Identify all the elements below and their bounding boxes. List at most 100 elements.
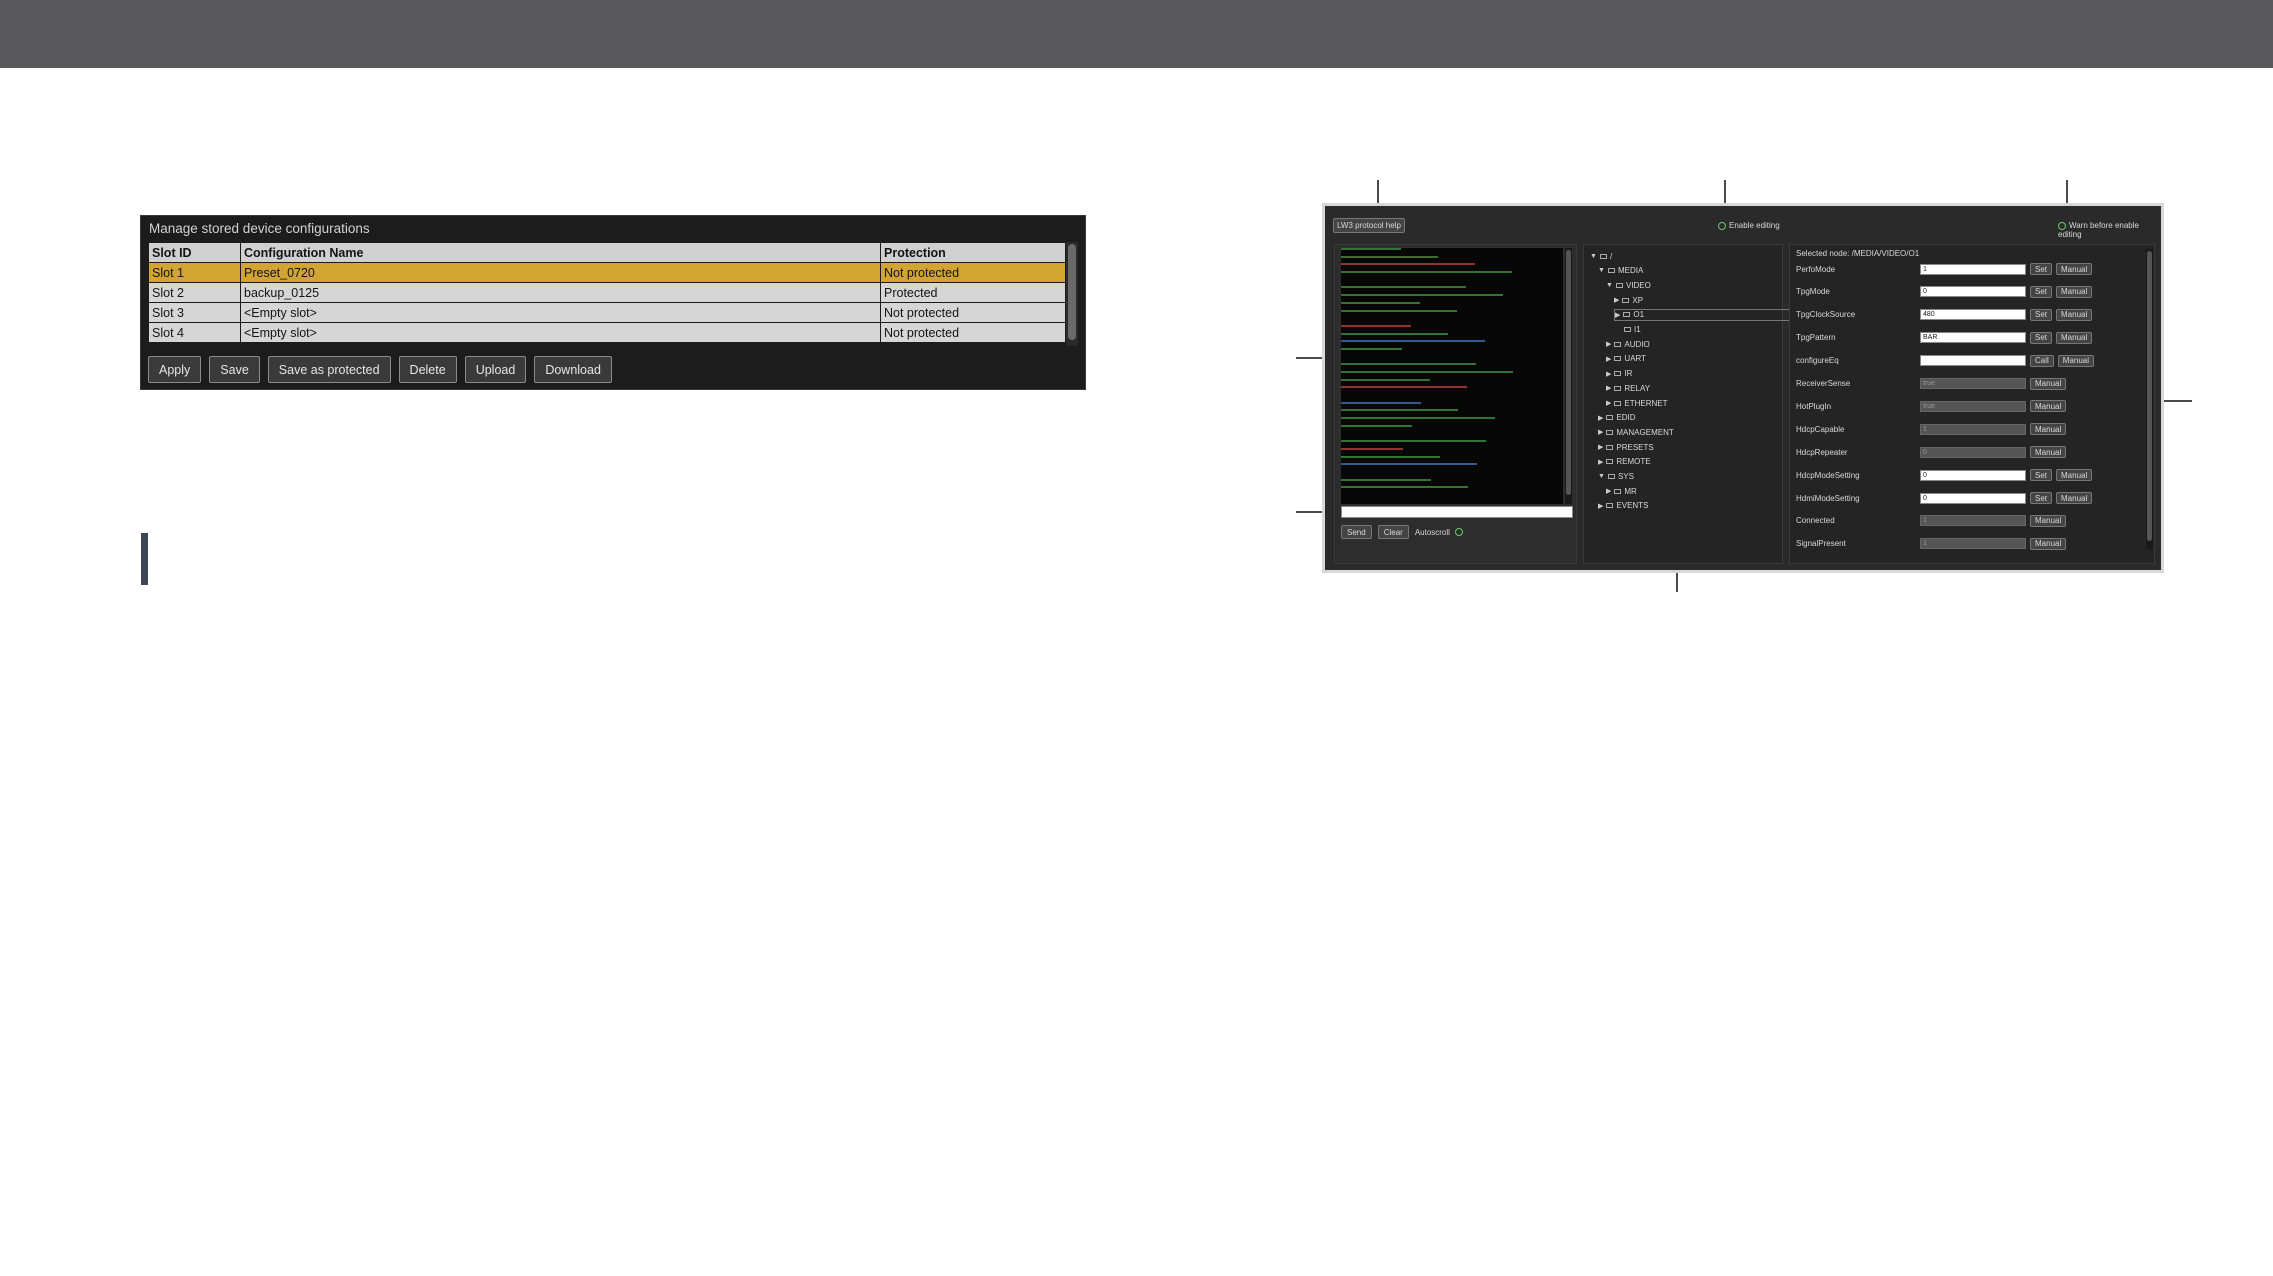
call-button[interactable]: Call <box>2030 354 2054 367</box>
properties-scrollbar[interactable] <box>2146 249 2153 549</box>
tree-node[interactable]: ▶ PRESETS <box>1598 441 1654 453</box>
tree-node[interactable]: I1 <box>1614 324 1641 336</box>
warn-before-editing-toggle[interactable]: Warn before enable editing <box>2058 221 2161 239</box>
tree-node[interactable]: ▶ UART <box>1606 353 1646 365</box>
tree-node[interactable]: ▶ O1 <box>1614 308 1799 321</box>
expand-right-icon[interactable]: ▶ <box>1598 458 1603 466</box>
property-name: PerfoMode <box>1796 264 1836 274</box>
manual-button[interactable]: Manual <box>2056 469 2093 482</box>
expand-right-icon[interactable]: ▶ <box>1606 355 1611 363</box>
tree-node[interactable]: ▼ / <box>1590 250 1612 262</box>
expand-down-icon[interactable]: ▼ <box>1606 282 1613 289</box>
terminal-line <box>1341 386 1467 394</box>
manual-button[interactable]: Manual <box>2056 492 2093 504</box>
expand-right-icon[interactable]: ▶ <box>1598 428 1603 436</box>
manual-button[interactable]: Manual <box>2030 400 2067 413</box>
lw3-protocol-help-button[interactable]: LW3 protocol help <box>1333 218 1405 233</box>
tree-node[interactable]: ▶ MR <box>1606 485 1637 497</box>
manual-button[interactable]: Manual <box>2056 308 2093 321</box>
expand-right-icon[interactable]: ▶ <box>1598 443 1603 451</box>
column-header-configuration-name: Configuration Name <box>240 242 881 263</box>
send-button[interactable]: Send <box>1341 525 1372 539</box>
autoscroll-label: Autoscroll <box>1414 527 1450 537</box>
property-value-field[interactable]: 1 <box>1920 263 2026 275</box>
tree-node[interactable]: ▶ REMOTE <box>1598 456 1651 468</box>
upload-button[interactable]: Upload <box>464 356 527 383</box>
manual-button[interactable]: Manual <box>2030 423 2067 436</box>
tree-node[interactable]: ▶ RELAY <box>1606 382 1650 394</box>
manual-button[interactable]: Manual <box>2056 331 2093 344</box>
tree-node-label: REMOTE <box>1616 457 1651 467</box>
delete-button[interactable]: Delete <box>398 356 457 383</box>
scrollbar-thumb[interactable] <box>1068 244 1076 340</box>
property-value-field[interactable] <box>1920 355 2026 367</box>
enable-editing-toggle[interactable]: Enable editing <box>1718 221 1780 230</box>
manual-button[interactable]: Manual <box>2030 537 2067 550</box>
tree-node[interactable]: ▶ EVENTS <box>1598 500 1648 512</box>
save-button[interactable]: Save <box>209 356 260 383</box>
tree-node[interactable]: ▶ MANAGEMENT <box>1598 426 1674 438</box>
set-button[interactable]: Set <box>2030 285 2053 298</box>
terminal-scrollbar[interactable] <box>1565 248 1572 504</box>
expand-right-icon[interactable]: ▶ <box>1615 311 1620 319</box>
property-value-field[interactable]: 0 <box>1920 469 2026 481</box>
manual-button[interactable]: Manual <box>2030 377 2067 390</box>
set-button[interactable]: Set <box>2030 331 2053 344</box>
terminal-line <box>1341 347 1402 356</box>
autoscroll-toggle[interactable]: Autoscroll <box>1415 528 1466 537</box>
clear-button[interactable]: Clear <box>1377 525 1409 539</box>
expand-down-icon[interactable]: ▼ <box>1590 253 1597 260</box>
scrollbar-thumb[interactable] <box>2147 251 2152 541</box>
table-row[interactable]: Slot 1 Preset_0720 Not protected <box>148 262 1066 283</box>
table-row[interactable]: Slot 4 <Empty slot> Not protected <box>148 322 1066 343</box>
set-button[interactable]: Set <box>2030 492 2053 504</box>
expand-right-icon[interactable]: ▶ <box>1606 487 1611 495</box>
table-scrollbar[interactable] <box>1066 242 1078 346</box>
expand-right-icon[interactable]: ▶ <box>1598 414 1603 422</box>
manual-button[interactable]: Manual <box>2057 354 2095 367</box>
set-button[interactable]: Set <box>2030 263 2053 275</box>
expand-right-icon[interactable]: ▶ <box>1598 502 1603 510</box>
manual-button[interactable]: Manual <box>2056 263 2093 275</box>
manual-button[interactable]: Manual <box>2030 446 2067 459</box>
table-row[interactable]: Slot 2 backup_0125 Protected <box>148 282 1066 303</box>
property-value-field[interactable]: BAR <box>1920 332 2026 344</box>
command-input[interactable] <box>1341 506 1573 518</box>
set-button[interactable]: Set <box>2030 308 2053 321</box>
property-row: SignalPresent 1 Manual <box>1796 537 2067 551</box>
tree-node[interactable]: ▼ MEDIA <box>1598 265 1643 277</box>
tree-node-label: VIDEO <box>1625 280 1651 290</box>
manual-button[interactable]: Manual <box>2030 514 2067 527</box>
save-as-protected-button[interactable]: Save as protected <box>267 356 391 383</box>
scrollbar-thumb[interactable] <box>1566 250 1571 495</box>
terminal-line <box>1341 332 1448 341</box>
expand-right-icon[interactable]: ▶ <box>1614 296 1619 304</box>
expand-down-icon[interactable]: ▼ <box>1598 473 1605 480</box>
property-value-field[interactable]: 480 <box>1920 309 2026 321</box>
expand-right-icon[interactable]: ▶ <box>1606 399 1611 407</box>
expand-right-icon[interactable]: ▶ <box>1606 384 1611 392</box>
tree-node[interactable]: ▶ AUDIO <box>1606 338 1650 350</box>
table-row[interactable]: Slot 3 <Empty slot> Not protected <box>148 302 1066 323</box>
tree-node[interactable]: ▶ IR <box>1606 368 1632 380</box>
tree-node[interactable]: ▶ ETHERNET <box>1606 397 1668 409</box>
apply-button[interactable]: Apply <box>148 356 202 383</box>
property-value-field[interactable]: 0 <box>1920 492 2026 504</box>
manual-button[interactable]: Manual <box>2056 285 2093 298</box>
tree-node-label: AUDIO <box>1624 339 1650 349</box>
tree-node[interactable]: ▶ EDID <box>1598 412 1636 424</box>
expand-right-icon[interactable]: ▶ <box>1606 370 1611 378</box>
property-value-field[interactable]: 0 <box>1920 286 2026 298</box>
tree-node[interactable]: ▼ VIDEO <box>1606 279 1651 291</box>
property-row: HdcpCapable 1 Manual <box>1796 422 2067 436</box>
download-button[interactable]: Download <box>534 356 612 383</box>
expand-down-icon[interactable]: ▼ <box>1598 267 1605 274</box>
property-row: ReceiverSense true Manual <box>1796 377 2067 391</box>
panel-title: Manage stored device configurations <box>149 221 370 236</box>
expand-right-icon[interactable]: ▶ <box>1606 340 1611 348</box>
property-row: TpgPattern BAR Set Manual <box>1796 331 2093 345</box>
node-folder-icon <box>1622 297 1630 303</box>
tree-node[interactable]: ▼ SYS <box>1598 471 1634 483</box>
set-button[interactable]: Set <box>2030 469 2053 482</box>
tree-node[interactable]: ▶ XP <box>1614 294 1643 306</box>
